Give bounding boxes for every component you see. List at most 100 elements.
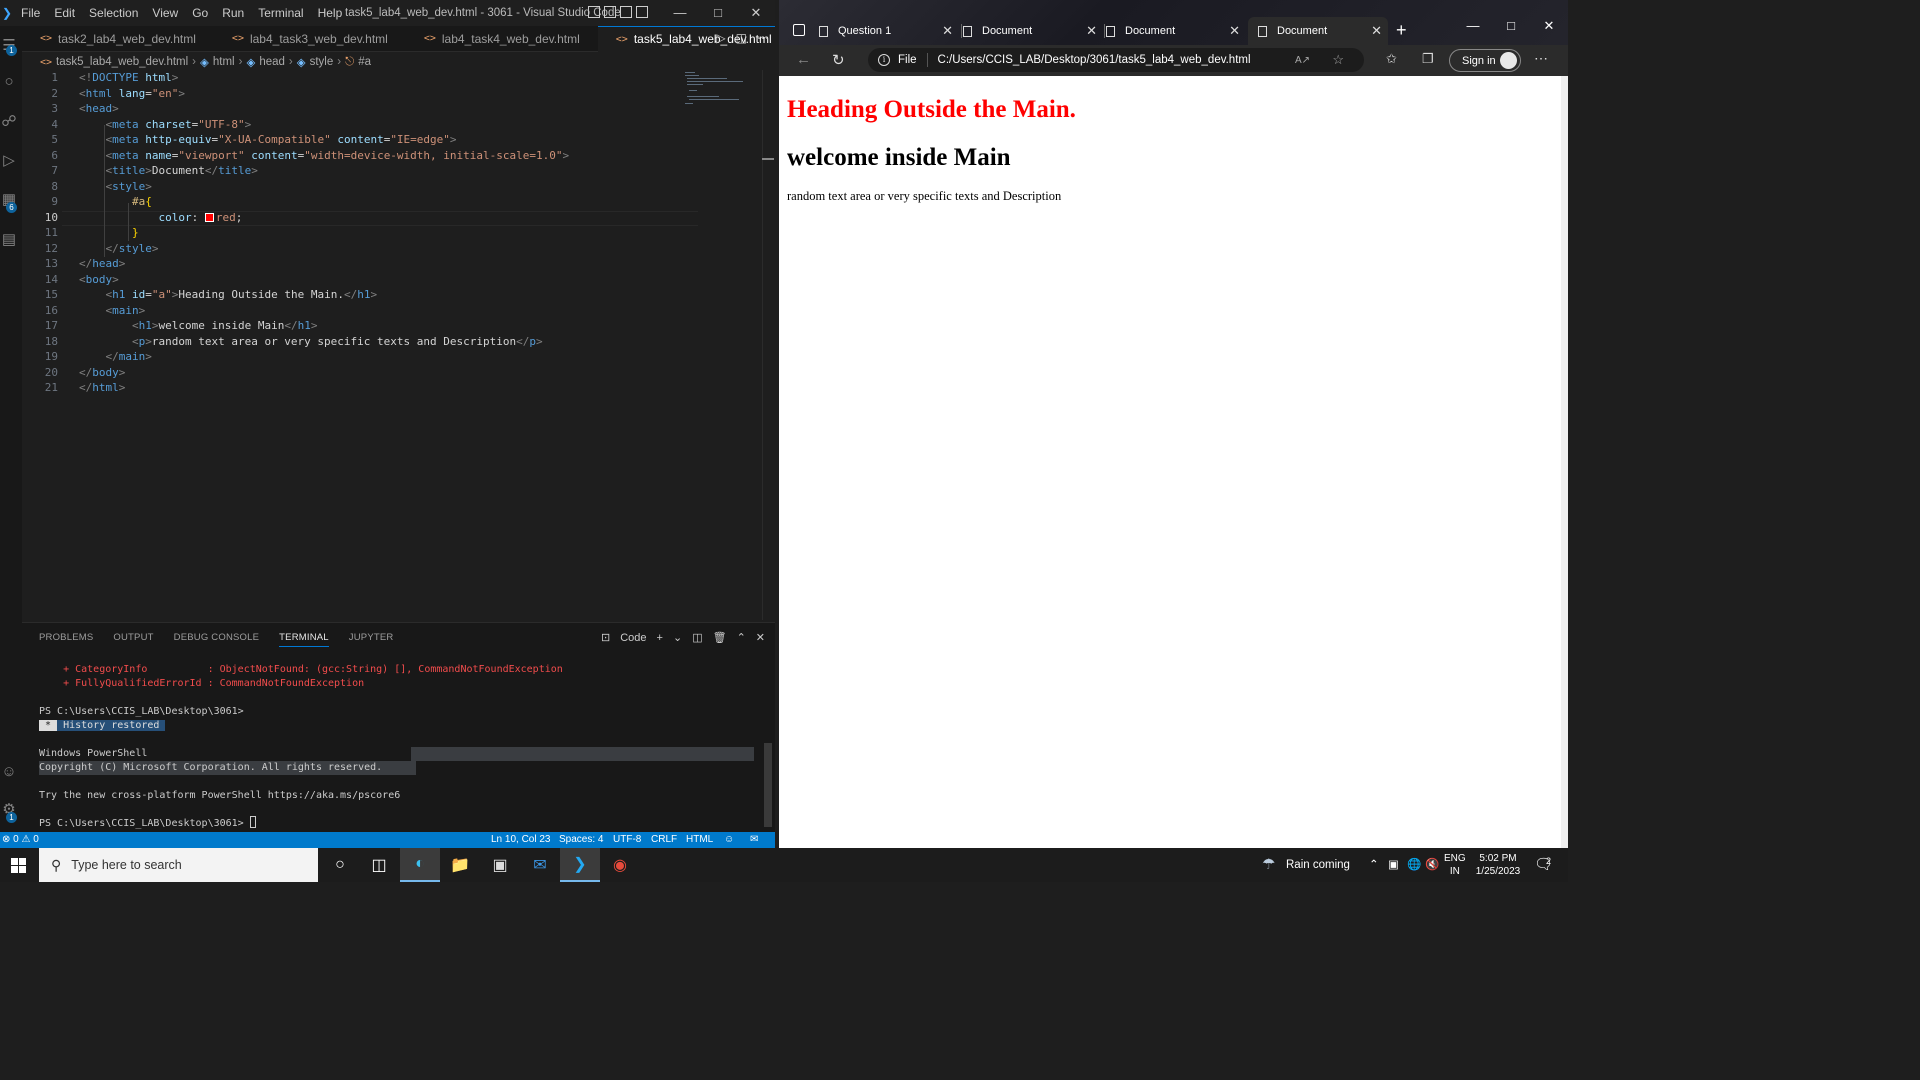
minimize-icon[interactable]: — (661, 0, 699, 26)
info-icon[interactable]: i (878, 54, 890, 66)
file-explorer-icon[interactable]: 📁 (440, 848, 480, 882)
breadcrumb-style[interactable]: style (310, 56, 334, 68)
mail-icon[interactable]: ✉ (520, 848, 560, 882)
remote-explorer-icon[interactable]: ▤ (0, 230, 18, 250)
more-actions-icon[interactable]: ⋯ (757, 31, 769, 45)
tab-lab4-task3[interactable]: <> lab4_task3_web_dev.html (214, 26, 406, 52)
menu-run[interactable]: Run (215, 0, 251, 26)
favorites-icon[interactable]: ✩ (1386, 51, 1397, 67)
microsoft-store-icon[interactable]: ▣ (480, 848, 520, 882)
sign-in-button[interactable]: Sign in (1449, 49, 1521, 72)
input-language[interactable]: ENG IN (1444, 852, 1466, 878)
close-tab-icon[interactable]: ✕ (1086, 23, 1097, 39)
split-editor-icon[interactable]: ◫ (736, 31, 747, 45)
collections-icon[interactable]: ❐ (1422, 51, 1434, 67)
browser-scrollbar[interactable] (1561, 76, 1568, 848)
breadcrumb-html[interactable]: html (213, 56, 235, 68)
address-bar[interactable]: i File C:/Users/CCIS_LAB/Desktop/3061/ta… (868, 48, 1364, 72)
weather-text[interactable]: Rain coming (1286, 848, 1350, 882)
breadcrumb-head[interactable]: head (259, 56, 285, 68)
more-menu-icon[interactable]: ⋯ (1534, 50, 1548, 67)
breadcrumb-file[interactable]: task5_lab4_web_dev.html (56, 56, 188, 68)
tab-task2[interactable]: <> task2_lab4_web_dev.html (22, 26, 214, 52)
new-tab-icon[interactable]: + (1396, 20, 1407, 41)
color-swatch-icon[interactable] (204, 212, 214, 222)
close-icon[interactable]: ✕ (737, 0, 775, 26)
menu-edit[interactable]: Edit (47, 0, 82, 26)
terminal-scrollbar[interactable] (764, 743, 772, 827)
edge-app-icon[interactable]: ◐ (400, 848, 440, 882)
new-terminal-icon[interactable]: + (657, 632, 663, 644)
source-control-icon[interactable]: ☍ (0, 112, 18, 132)
run-debug-icon[interactable]: ▷ (0, 151, 18, 171)
back-arrow-icon[interactable]: ← (796, 51, 811, 68)
close-tab-icon[interactable]: ✕ (942, 23, 953, 39)
weather-icon[interactable]: ☂ (1262, 848, 1275, 882)
tab-actions-icon[interactable] (793, 24, 805, 36)
browser-tab-document-active[interactable]: Document ✕ (1248, 17, 1388, 45)
tab-lab4-task4[interactable]: <> lab4_task4_web_dev.html (406, 26, 598, 52)
maximize-icon[interactable]: □ (1492, 18, 1530, 34)
toggle-sidebar-icon[interactable] (588, 6, 600, 18)
bell-icon[interactable]: ✉ (750, 832, 758, 848)
browser-tab-question1[interactable]: Question 1 ✕ (819, 17, 959, 45)
minimize-icon[interactable]: — (1454, 18, 1492, 34)
tab-output[interactable]: OUTPUT (113, 632, 153, 647)
menu-file[interactable]: File (14, 0, 47, 26)
maximize-icon[interactable]: □ (699, 0, 737, 26)
split-terminal-icon[interactable]: ◫ (692, 631, 702, 644)
maximize-panel-icon[interactable]: ⌃ (737, 631, 746, 644)
clock[interactable]: 5:02 PM 1/25/2023 (1466, 852, 1530, 878)
menu-terminal[interactable]: Terminal (251, 0, 310, 26)
browser-tab-document-2[interactable]: Document ✕ (1106, 17, 1246, 45)
code-editor[interactable]: 1 <!DOCTYPE html> 2 <html lang="en"> 3 <hea… (22, 70, 762, 620)
start-windows-icon[interactable] (11, 858, 26, 873)
toggle-secondary-sidebar-icon[interactable] (620, 6, 632, 18)
cursor-position[interactable]: Ln 10, Col 23 (491, 832, 551, 848)
chrome-app-icon[interactable]: ◉ (600, 848, 640, 882)
task-view-icon[interactable]: ◫ (359, 848, 399, 882)
problems-indicator[interactable]: ⊗ 0 ⚠ 0 (2, 832, 39, 848)
tab-problems[interactable]: PROBLEMS (39, 632, 93, 647)
menu-selection[interactable]: Selection (82, 0, 145, 26)
read-aloud-icon[interactable]: A↗ (1295, 55, 1310, 66)
line-ending[interactable]: CRLF (651, 832, 677, 848)
taskbar-search[interactable]: ⚲ Type here to search (39, 848, 318, 882)
search-icon[interactable]: ○ (0, 72, 18, 92)
tab-debug-console[interactable]: DEBUG CONSOLE (174, 632, 259, 647)
chevron-down-icon[interactable]: ⌄ (673, 631, 682, 644)
cortana-icon[interactable]: ○ (320, 848, 360, 882)
close-tab-icon[interactable]: ✕ (1229, 23, 1240, 39)
accounts-icon[interactable]: ☺ (0, 762, 18, 782)
menu-view[interactable]: View (145, 0, 185, 26)
terminal-output[interactable]: + CategoryInfo : ObjectNotFound: (gcc:St… (39, 663, 759, 833)
tab-jupyter[interactable]: JUPYTER (349, 632, 394, 647)
network-globe-icon[interactable]: 🌐 (1407, 848, 1421, 882)
close-icon[interactable]: ✕ (1530, 18, 1568, 34)
close-tab-icon[interactable]: ✕ (1371, 23, 1382, 39)
toggle-panel-icon[interactable] (604, 6, 616, 18)
close-panel-icon[interactable]: ✕ (756, 631, 765, 644)
minimap[interactable] (683, 70, 763, 106)
run-icon[interactable]: ▷ (716, 31, 725, 45)
volume-muted-icon[interactable]: 🔇 (1425, 848, 1439, 882)
browser-tab-document-1[interactable]: Document ✕ (963, 17, 1103, 45)
menu-go[interactable]: Go (185, 0, 215, 26)
add-favorite-icon[interactable]: ☆ (1332, 52, 1344, 68)
meet-now-icon[interactable]: ▣ (1388, 848, 1399, 882)
breadcrumb-selector[interactable]: #a (358, 56, 371, 68)
feedback-icon[interactable]: ☺ (724, 832, 734, 848)
editor-scrollbar[interactable] (762, 70, 774, 620)
language-mode[interactable]: HTML (686, 832, 713, 848)
show-hidden-icons-icon[interactable]: ⌃ (1369, 848, 1379, 882)
encoding[interactable]: UTF-8 (613, 832, 641, 848)
menu-help[interactable]: Help (311, 0, 350, 26)
code-token: style (118, 241, 152, 255)
customize-layout-icon[interactable] (636, 6, 648, 18)
indentation[interactable]: Spaces: 4 (559, 832, 603, 848)
vscode-app-icon[interactable]: ❯ (560, 848, 600, 882)
terminal-name[interactable]: Code (620, 632, 646, 644)
trash-icon[interactable]: 🗑 (713, 631, 727, 644)
refresh-icon[interactable]: ↻ (832, 51, 845, 69)
tab-terminal[interactable]: TERMINAL (279, 632, 329, 647)
